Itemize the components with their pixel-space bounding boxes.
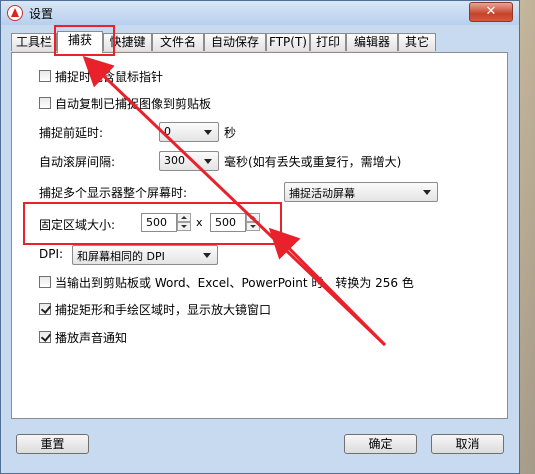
convert-256-label: 当输出到剪贴板或 Word、Excel、PowerPoint 时，转换为 256… xyxy=(55,276,414,290)
auto-copy-label: 自动复制已捕捉图像到剪贴板 xyxy=(55,97,212,111)
dpi-value: 和屏幕相同的 DPI xyxy=(77,250,165,263)
window-title: 设置 xyxy=(29,7,54,21)
tab-ftp[interactable]: FTP(T) xyxy=(266,33,310,51)
delay-value: 0 xyxy=(164,125,171,138)
multi-monitor-label: 捕捉多个显示器整个屏幕时: xyxy=(39,186,188,200)
dpi-label: DPI: xyxy=(39,247,64,261)
sound-label: 播放声音通知 xyxy=(55,331,128,345)
tab-other[interactable]: 其它 xyxy=(398,33,436,51)
dpi-select[interactable]: 和屏幕相同的 DPI xyxy=(72,245,218,265)
scroll-interval-value: 300 xyxy=(164,154,185,167)
cancel-button[interactable]: 取消 xyxy=(431,434,504,454)
multi-monitor-value: 捕捉活动屏幕 xyxy=(289,187,355,200)
include-cursor-checkbox[interactable] xyxy=(39,70,51,82)
sound-checkbox[interactable] xyxy=(39,331,51,343)
fixed-region-highlight xyxy=(23,202,282,245)
tab-autosave[interactable]: 自动保存 xyxy=(204,33,266,51)
title-bar[interactable]: 设置 ✕ xyxy=(1,1,519,25)
tab-toolbar[interactable]: 工具栏 xyxy=(11,33,57,51)
include-cursor-label: 捕捉时包含鼠标指针 xyxy=(55,70,164,84)
tab-editor[interactable]: 编辑器 xyxy=(346,33,398,51)
chevron-down-icon xyxy=(204,159,212,164)
chevron-down-icon xyxy=(203,253,211,258)
delay-label: 捕捉前延时: xyxy=(39,126,104,140)
tab-print[interactable]: 打印 xyxy=(310,33,346,51)
scroll-interval-unit: 毫秒(如有丢失或重复行，需增大) xyxy=(224,155,402,169)
close-button[interactable]: ✕ xyxy=(469,2,513,22)
app-icon xyxy=(7,5,23,21)
delay-select[interactable]: 0 xyxy=(159,122,219,142)
reset-button[interactable]: 重置 xyxy=(16,434,89,454)
convert-256-checkbox[interactable] xyxy=(39,276,51,288)
scroll-interval-label: 自动滚屏间隔: xyxy=(39,155,116,169)
delay-unit: 秒 xyxy=(224,126,237,140)
scroll-interval-select[interactable]: 300 xyxy=(159,151,219,171)
tab-capture[interactable]: 捕获 xyxy=(57,31,103,53)
ok-button[interactable]: 确定 xyxy=(344,434,417,454)
chevron-down-icon xyxy=(204,130,212,135)
magnifier-checkbox[interactable] xyxy=(39,303,51,315)
magnifier-label: 捕捉矩形和手绘区域时，显示放大镜窗口 xyxy=(55,303,272,317)
multi-monitor-select[interactable]: 捕捉活动屏幕 xyxy=(284,182,438,202)
auto-copy-checkbox[interactable] xyxy=(39,97,51,109)
chevron-down-icon xyxy=(423,190,431,195)
tab-filename[interactable]: 文件名 xyxy=(152,33,204,51)
